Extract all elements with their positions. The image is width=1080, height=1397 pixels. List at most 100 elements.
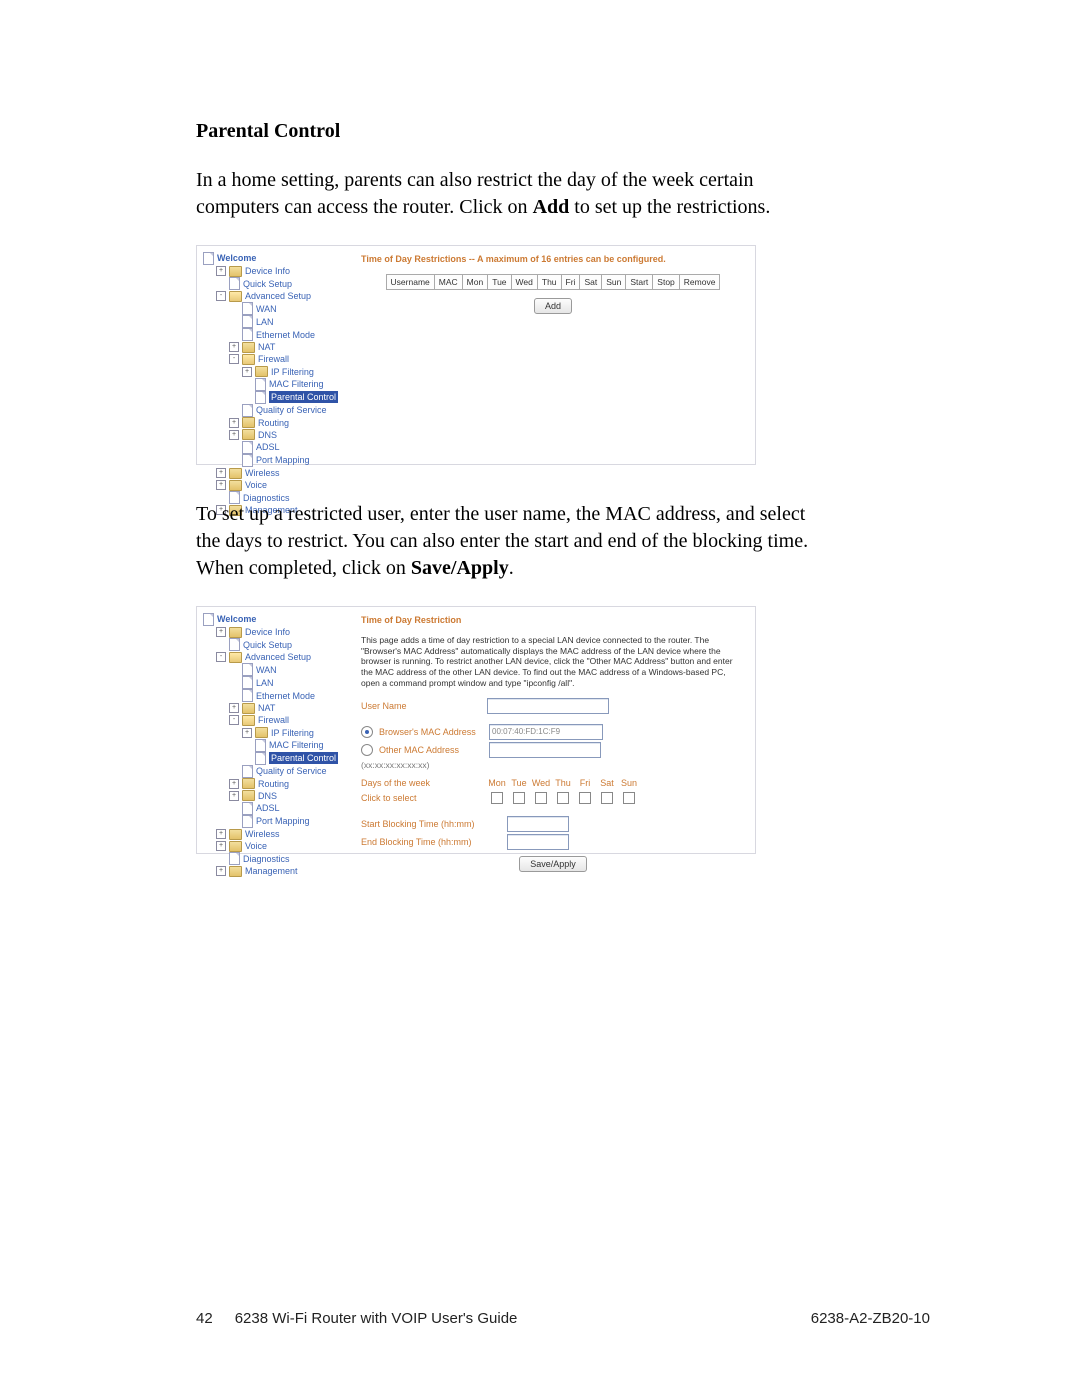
nav-nat[interactable]: NAT	[258, 341, 275, 353]
nav-dns[interactable]: DNS	[258, 790, 277, 802]
expand-icon[interactable]: +	[242, 728, 252, 738]
chk-thu[interactable]	[557, 792, 569, 804]
nav-advanced-setup[interactable]: Advanced Setup	[245, 651, 311, 663]
nav-qos[interactable]: Quality of Service	[256, 765, 327, 777]
nav-wireless[interactable]: Wireless	[245, 828, 280, 840]
other-mac-input[interactable]	[489, 742, 601, 758]
nav-wan[interactable]: WAN	[256, 303, 277, 315]
doc-icon	[229, 852, 240, 865]
nav-voice[interactable]: Voice	[245, 479, 267, 491]
other-mac-radio[interactable]	[361, 744, 373, 756]
doc-icon	[229, 638, 240, 651]
expand-icon[interactable]: +	[216, 480, 226, 490]
save-apply-button[interactable]: Save/Apply	[519, 856, 587, 872]
chk-tue[interactable]	[513, 792, 525, 804]
other-mac-label: Other MAC Address	[379, 745, 483, 755]
nav-quick-setup[interactable]: Quick Setup	[243, 278, 292, 290]
doc-icon	[255, 378, 266, 391]
nav-ethernet-mode[interactable]: Ethernet Mode	[256, 329, 315, 341]
folder-icon	[242, 417, 255, 428]
collapse-icon[interactable]: -	[229, 354, 239, 364]
nav-ip-filtering[interactable]: IP Filtering	[271, 727, 314, 739]
th-remove: Remove	[679, 275, 720, 290]
day-tue: Tue	[509, 778, 529, 788]
nav-welcome[interactable]: Welcome	[217, 613, 256, 625]
expand-icon[interactable]: +	[216, 627, 226, 637]
p1-bold: Add	[533, 196, 570, 218]
chk-mon[interactable]	[491, 792, 503, 804]
username-label: User Name	[361, 701, 481, 711]
expand-icon[interactable]: +	[229, 342, 239, 352]
nav-diagnostics[interactable]: Diagnostics	[243, 853, 290, 865]
expand-icon[interactable]: +	[229, 779, 239, 789]
nav-adsl[interactable]: ADSL	[256, 441, 280, 453]
nav-parental-control[interactable]: Parental Control	[269, 752, 338, 764]
doc-icon	[242, 315, 253, 328]
expand-icon[interactable]: +	[216, 866, 226, 876]
welcome-icon	[203, 252, 214, 265]
browser-mac-radio[interactable]	[361, 726, 373, 738]
p2-bold: Save/Apply	[411, 557, 509, 579]
start-time-input[interactable]	[507, 816, 569, 832]
chk-sat[interactable]	[601, 792, 613, 804]
nav-voice[interactable]: Voice	[245, 840, 267, 852]
doc-icon	[255, 391, 266, 404]
nav-firewall[interactable]: Firewall	[258, 353, 289, 365]
browser-mac-input[interactable]: 00:07:40:FD:1C:F9	[489, 724, 603, 740]
expand-icon[interactable]: +	[242, 367, 252, 377]
nav-ethernet-mode[interactable]: Ethernet Mode	[256, 690, 315, 702]
expand-icon[interactable]: +	[216, 468, 226, 478]
nav-mac-filtering[interactable]: MAC Filtering	[269, 739, 324, 751]
nav-wireless[interactable]: Wireless	[245, 467, 280, 479]
nav-mac-filtering[interactable]: MAC Filtering	[269, 378, 324, 390]
nav-dns[interactable]: DNS	[258, 429, 277, 441]
folder-icon	[242, 429, 255, 440]
nav-device-info[interactable]: Device Info	[245, 265, 290, 277]
chk-fri[interactable]	[579, 792, 591, 804]
collapse-icon[interactable]: -	[216, 291, 226, 301]
nav-nat[interactable]: NAT	[258, 702, 275, 714]
nav-lan[interactable]: LAN	[256, 677, 274, 689]
chk-wed[interactable]	[535, 792, 547, 804]
expand-icon[interactable]: +	[229, 703, 239, 713]
expand-icon[interactable]: +	[229, 791, 239, 801]
nav-ip-filtering[interactable]: IP Filtering	[271, 366, 314, 378]
th-tue: Tue	[488, 275, 511, 290]
expand-icon[interactable]: +	[229, 430, 239, 440]
panel-title: Time of Day Restrictions -- A maximum of…	[361, 254, 745, 264]
nav-qos[interactable]: Quality of Service	[256, 404, 327, 416]
nav-welcome[interactable]: Welcome	[217, 252, 256, 264]
expand-icon[interactable]: +	[216, 829, 226, 839]
expand-icon[interactable]: +	[216, 266, 226, 276]
nav-port-mapping[interactable]: Port Mapping	[256, 454, 310, 466]
nav-quick-setup[interactable]: Quick Setup	[243, 639, 292, 651]
th-thu: Thu	[537, 275, 561, 290]
nav-tree: Welcome + Device Info Quick Setup - Advanc…	[197, 607, 351, 853]
collapse-icon[interactable]: -	[229, 715, 239, 725]
folder-open-icon	[242, 715, 255, 726]
expand-icon[interactable]: +	[216, 841, 226, 851]
book-title: 6238 Wi-Fi Router with VOIP User's Guide	[235, 1310, 518, 1327]
p2-b: .	[509, 557, 514, 579]
nav-management[interactable]: Management	[245, 865, 298, 877]
nav-port-mapping[interactable]: Port Mapping	[256, 815, 310, 827]
nav-wan[interactable]: WAN	[256, 664, 277, 676]
add-button[interactable]: Add	[534, 298, 572, 314]
username-input[interactable]	[487, 698, 609, 714]
restrictions-table: Username MAC Mon Tue Wed Thu Fri Sat Sun…	[386, 274, 721, 290]
nav-routing[interactable]: Routing	[258, 778, 289, 790]
chk-sun[interactable]	[623, 792, 635, 804]
nav-device-info[interactable]: Device Info	[245, 626, 290, 638]
nav-routing[interactable]: Routing	[258, 417, 289, 429]
collapse-icon[interactable]: -	[216, 652, 226, 662]
nav-firewall[interactable]: Firewall	[258, 714, 289, 726]
nav-parental-control[interactable]: Parental Control	[269, 391, 338, 403]
expand-icon[interactable]: +	[229, 418, 239, 428]
end-time-input[interactable]	[507, 834, 569, 850]
days-header: Mon Tue Wed Thu Fri Sat Sun	[487, 778, 639, 788]
days-label: Days of the week	[361, 778, 481, 788]
nav-adsl[interactable]: ADSL	[256, 802, 280, 814]
other-mac-hint: (xx:xx:xx:xx:xx:xx)	[361, 760, 429, 770]
nav-advanced-setup[interactable]: Advanced Setup	[245, 290, 311, 302]
nav-lan[interactable]: LAN	[256, 316, 274, 328]
